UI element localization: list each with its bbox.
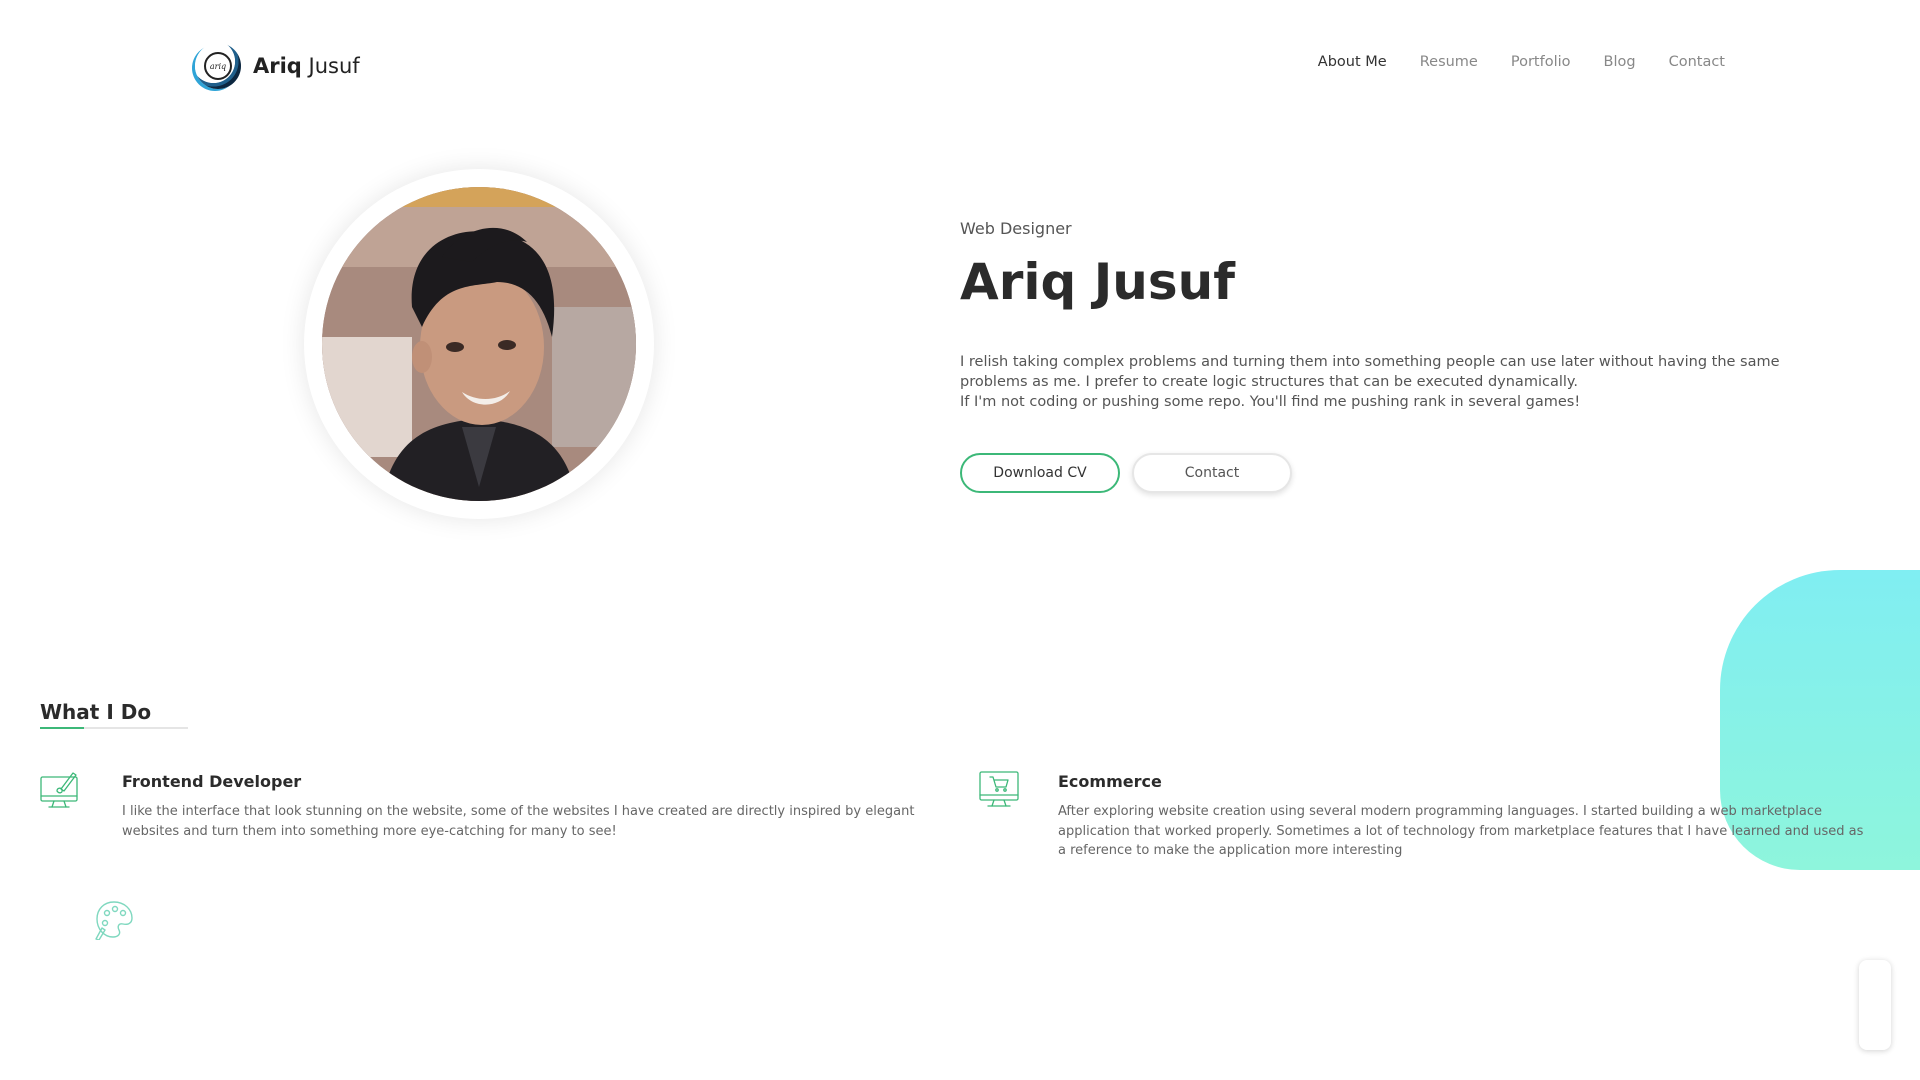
- page: ariq Ariq Jusuf About Me Resume Portfoli…: [0, 0, 1920, 1080]
- hero-name: Ariq Jusuf: [960, 253, 1235, 311]
- brand-name: Ariq Jusuf: [253, 54, 360, 78]
- nav-resume[interactable]: Resume: [1420, 54, 1478, 70]
- service-title: Ecommerce: [1058, 772, 1162, 791]
- section-underline-accent: [40, 727, 84, 729]
- nav-contact[interactable]: Contact: [1669, 54, 1725, 70]
- job-title: Web Designer: [960, 219, 1072, 238]
- bio-paragraph-2: If I'm not coding or pushing some repo. …: [960, 394, 1581, 410]
- brand-link[interactable]: ariq Ariq Jusuf: [195, 43, 360, 89]
- nav-about-me[interactable]: About Me: [1318, 54, 1387, 70]
- logo-icon: ariq: [195, 43, 241, 89]
- scroll-to-top-widget[interactable]: [1859, 960, 1891, 1050]
- brand-first-name: Ariq: [253, 54, 302, 78]
- hero-buttons: Download CV Contact: [960, 453, 1830, 493]
- bio-paragraph-1: I relish taking complex problems and tur…: [960, 354, 1780, 390]
- logo-text: ariq: [204, 52, 232, 80]
- service-title: Frontend Developer: [122, 772, 302, 791]
- nav-blog[interactable]: Blog: [1604, 54, 1636, 70]
- contact-button[interactable]: Contact: [1132, 453, 1292, 493]
- download-cv-button[interactable]: Download CV: [960, 453, 1120, 493]
- profile-photo-image: [322, 187, 636, 501]
- main-nav: About Me Resume Portfolio Blog Contact: [1318, 54, 1725, 70]
- monitor-cart-icon: [979, 771, 1019, 807]
- service-description: After exploring website creation using s…: [1058, 804, 1864, 858]
- monitor-brush-icon: [40, 772, 78, 808]
- profile-photo-frame: [304, 169, 654, 519]
- section-title: What I Do: [40, 700, 152, 724]
- site-header: ariq Ariq Jusuf About Me Resume Portfoli…: [195, 40, 1725, 90]
- palette-icon: [95, 901, 133, 940]
- hero-intro: Web Designer Ariq Jusuf I relish taking …: [960, 219, 1830, 493]
- section-underline: [40, 727, 188, 729]
- profile-photo: [322, 187, 636, 501]
- nav-portfolio[interactable]: Portfolio: [1511, 54, 1571, 70]
- service-description: I like the interface that look stunning …: [122, 804, 915, 839]
- bio-text: I relish taking complex problems and tur…: [960, 352, 1830, 412]
- brand-last-name: Jusuf: [301, 54, 360, 78]
